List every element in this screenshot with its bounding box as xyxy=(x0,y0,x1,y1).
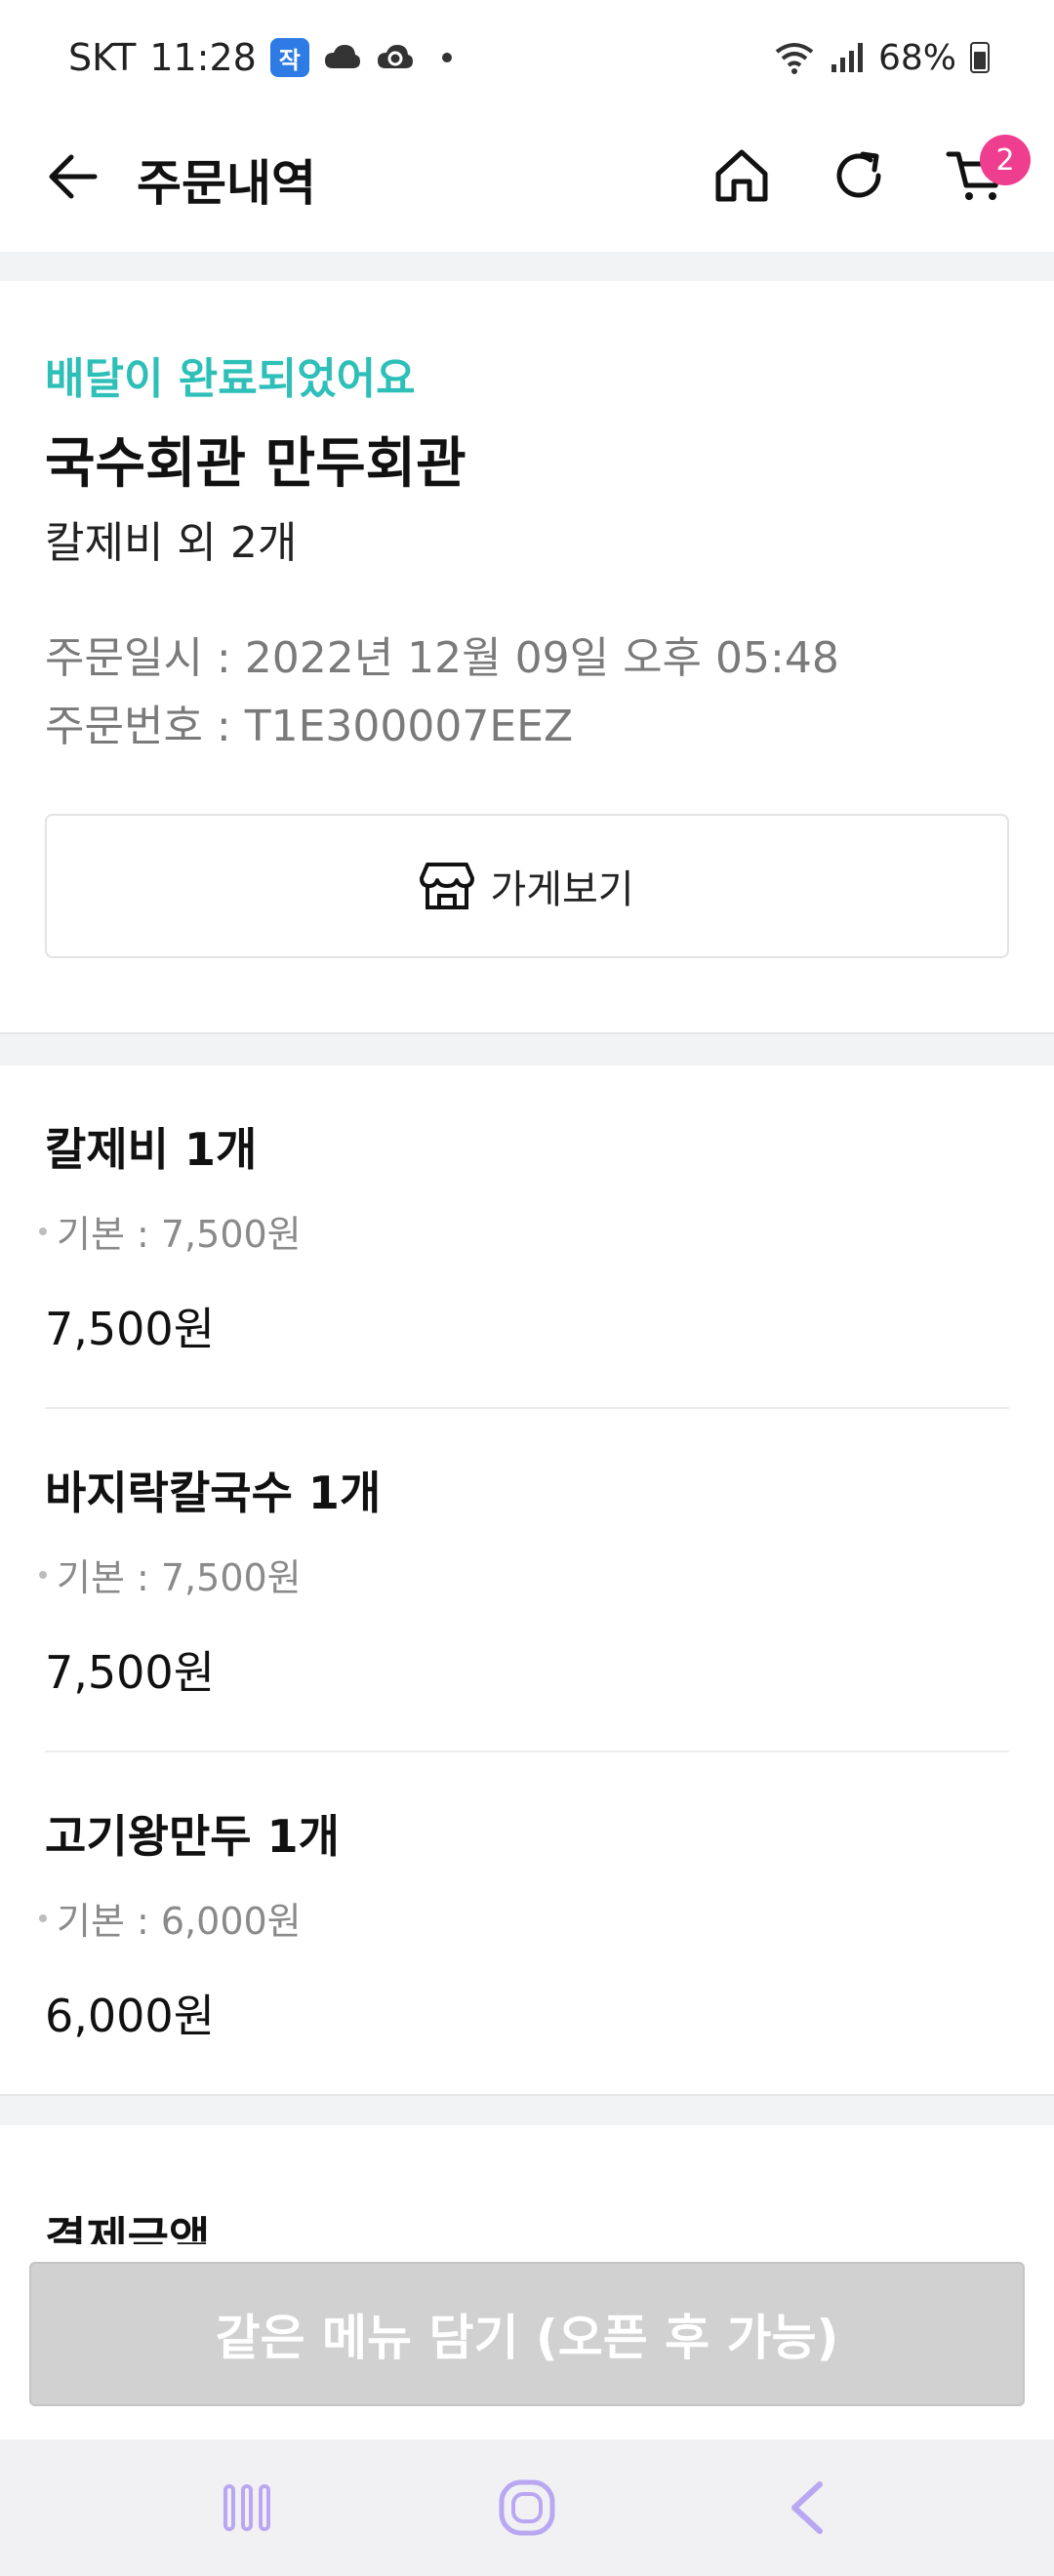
item-price: 7,500원 xyxy=(45,1646,216,1699)
cart-button[interactable]: 2 xyxy=(937,135,1031,215)
item-option-text: 기본 : 6,000원 xyxy=(57,1900,302,1943)
store-name: 국수회관 만두회관 xyxy=(45,432,466,496)
section-divider xyxy=(0,2094,1054,2125)
order-summary: 배달이 완료되었어요 국수회관 만두회관 칼제비 외 2개 주문일시 : 202… xyxy=(0,281,1054,1032)
system-nav-bar xyxy=(0,2439,1054,2576)
nav-home-button[interactable] xyxy=(478,2459,576,2556)
item-option: 기본 : 7,500원 xyxy=(39,1548,302,1601)
list-item: 칼제비 1개 기본 : 7,500원 7,500원 xyxy=(39,1066,1009,1409)
back-button[interactable] xyxy=(39,142,107,211)
app-bar-actions: 2 xyxy=(703,135,1031,215)
cloud-sync-icon xyxy=(377,45,413,68)
home-button[interactable] xyxy=(703,137,781,215)
item-option-text: 기본 : 7,500원 xyxy=(57,1556,302,1599)
nav-back-button[interactable] xyxy=(758,2459,856,2556)
bullet-icon xyxy=(39,1227,47,1235)
section-divider xyxy=(0,1032,1054,1066)
bullet-icon xyxy=(39,1913,47,1922)
refresh-button[interactable] xyxy=(820,137,898,215)
refresh-icon xyxy=(836,151,881,198)
status-bar: SKT 11:28 작 68% xyxy=(0,0,1054,115)
signal-icon xyxy=(831,43,863,72)
page-title: 주문내역 xyxy=(137,155,316,212)
bottom-cta-bar: 같은 메뉴 담기 (오픈 후 가능) xyxy=(0,2244,1054,2439)
item-option: 기본 : 6,000원 xyxy=(39,1891,302,1945)
carrier-label: SKT xyxy=(68,36,137,79)
list-item: 바지락칼국수 1개 기본 : 7,500원 7,500원 xyxy=(39,1409,1009,1752)
store-icon xyxy=(420,863,475,909)
app-notification-icon: 작 xyxy=(269,38,309,77)
item-price: 6,000원 xyxy=(45,1990,216,2042)
battery-percent: 68% xyxy=(877,37,956,78)
section-divider xyxy=(0,252,1054,281)
view-store-button[interactable]: 가게보기 xyxy=(45,814,1009,958)
recent-apps-button[interactable] xyxy=(198,2459,296,2556)
order-number: 주문번호 : T1E300007EEZ xyxy=(45,702,574,751)
list-item: 고기왕만두 1개 기본 : 6,000원 6,000원 xyxy=(39,1752,1009,2096)
item-name: 바지락칼국수 1개 xyxy=(45,1467,382,1519)
item-option: 기본 : 7,500원 xyxy=(39,1204,302,1258)
item-price: 7,500원 xyxy=(45,1303,216,1355)
order-item-list: 칼제비 1개 기본 : 7,500원 7,500원 바지락칼국수 1개 기본 :… xyxy=(0,1066,1054,2094)
battery-icon xyxy=(970,42,990,73)
item-name: 칼제비 1개 xyxy=(45,1123,258,1176)
nav-home-icon xyxy=(499,2479,555,2536)
status-left: SKT 11:28 작 xyxy=(68,29,452,86)
clock: 11:28 xyxy=(149,36,257,79)
view-store-label: 가게보기 xyxy=(490,867,634,912)
status-right: 68% xyxy=(773,29,990,86)
back-arrow-icon xyxy=(49,154,98,199)
more-notifications-dot xyxy=(441,53,452,62)
recent-apps-icon xyxy=(223,2484,271,2531)
item-option-text: 기본 : 7,500원 xyxy=(57,1213,302,1256)
delivery-status: 배달이 완료되었어요 xyxy=(45,354,416,404)
order-date: 주문일시 : 2022년 12월 09일 오후 05:48 xyxy=(45,633,839,683)
reorder-button[interactable]: 같은 메뉴 담기 (오픈 후 가능) xyxy=(29,2262,1025,2406)
bullet-icon xyxy=(39,1570,47,1579)
cart-count-badge: 2 xyxy=(980,135,1031,185)
wifi-icon xyxy=(775,43,814,74)
item-name: 고기왕만두 1개 xyxy=(45,1810,340,1863)
app-bar: 주문내역 2 xyxy=(0,115,1054,252)
cloud-notification-icon xyxy=(324,45,360,68)
nav-back-icon xyxy=(790,2481,823,2534)
order-items-summary: 칼제비 외 2개 xyxy=(45,518,298,568)
home-icon xyxy=(715,149,768,202)
